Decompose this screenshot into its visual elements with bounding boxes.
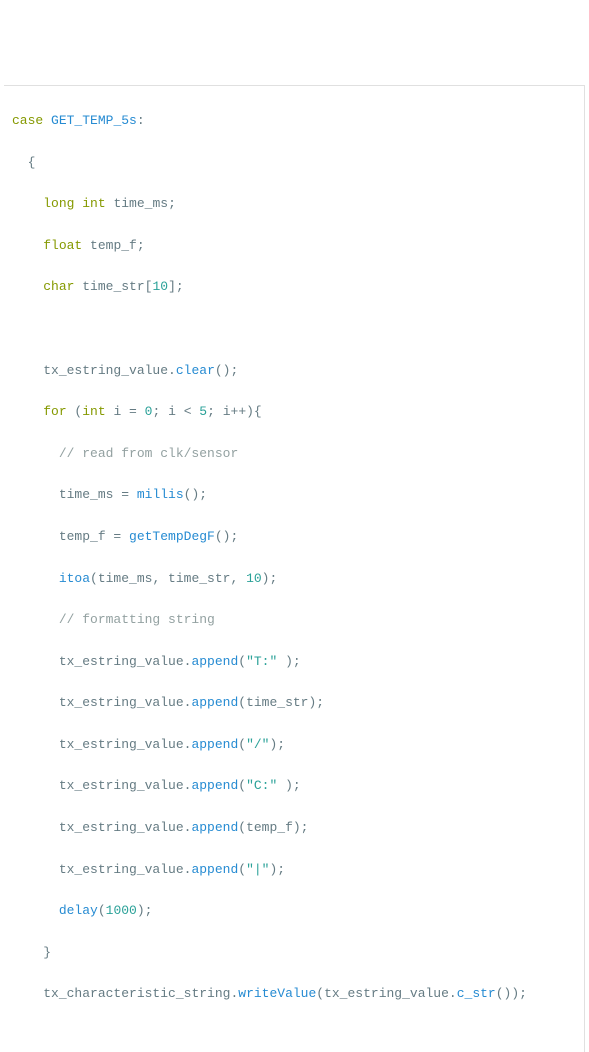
code-line: char time_str[10]; — [4, 277, 584, 298]
code-line: float temp_f; — [4, 236, 584, 257]
code-line: time_ms = millis(); — [4, 485, 584, 506]
comment: // read from clk/sensor — [59, 446, 238, 461]
code-line: tx_estring_value.append("T:" ); — [4, 652, 584, 673]
code-line: delay(1000); — [4, 901, 584, 922]
fn-append: append — [191, 654, 238, 669]
code-line: long int time_ms; — [4, 194, 584, 215]
code-line: for (int i = 0; i < 5; i++){ — [4, 402, 584, 423]
code-block: case GET_TEMP_5s: { long int time_ms; fl… — [4, 85, 585, 1052]
type-char: char — [43, 279, 74, 294]
code-line: // formatting string — [4, 610, 584, 631]
code-line: tx_estring_value.append("C:" ); — [4, 776, 584, 797]
fn-millis: millis — [137, 487, 184, 502]
code-line: tx_characteristic_string.writeValue(tx_e… — [4, 984, 584, 1005]
fn-append: append — [191, 862, 238, 877]
code-line: tx_estring_value.append("|"); — [4, 860, 584, 881]
code-line: { — [4, 153, 584, 174]
fn-clear: clear — [176, 363, 215, 378]
code-line: temp_f = getTempDegF(); — [4, 527, 584, 548]
string-literal: "/" — [246, 737, 269, 752]
case-label: GET_TEMP_5s — [51, 113, 137, 128]
string-literal: "|" — [246, 862, 269, 877]
fn-cstr: c_str — [457, 986, 496, 1001]
type-long-int: long int — [43, 196, 105, 211]
blank-line — [4, 1026, 584, 1047]
fn-append: append — [191, 820, 238, 835]
fn-append: append — [191, 778, 238, 793]
keyword-case: case — [12, 113, 43, 128]
code-line: itoa(time_ms, time_str, 10); — [4, 569, 584, 590]
fn-delay: delay — [59, 903, 98, 918]
code-line: tx_estring_value.clear(); — [4, 361, 584, 382]
blank-line — [4, 319, 584, 340]
code-line: // read from clk/sensor — [4, 444, 584, 465]
string-literal: "C:" — [246, 778, 277, 793]
code-line: } — [4, 943, 584, 964]
fn-append: append — [191, 695, 238, 710]
string-literal: "T:" — [246, 654, 277, 669]
code-line: tx_estring_value.append(temp_f); — [4, 818, 584, 839]
code-line: case GET_TEMP_5s: — [4, 111, 584, 132]
type-float: float — [43, 238, 82, 253]
fn-writevalue: writeValue — [238, 986, 316, 1001]
comment: // formatting string — [59, 612, 215, 627]
fn-append: append — [191, 737, 238, 752]
fn-gettempdegf: getTempDegF — [129, 529, 215, 544]
code-line: tx_estring_value.append("/"); — [4, 735, 584, 756]
fn-itoa: itoa — [59, 571, 90, 586]
keyword-for: for — [43, 404, 66, 419]
code-line: tx_estring_value.append(time_str); — [4, 693, 584, 714]
